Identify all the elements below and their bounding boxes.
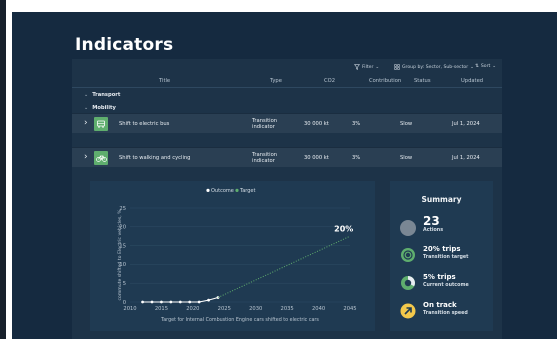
summary-value: 23 bbox=[423, 214, 440, 228]
data-point bbox=[188, 300, 192, 304]
row-type: Transition indicator bbox=[252, 152, 278, 164]
pie-progress-icon bbox=[401, 276, 415, 290]
summary-value: 20% trips bbox=[423, 245, 461, 253]
left-edge-bar bbox=[0, 0, 6, 339]
column-co2[interactable]: CO2 bbox=[324, 78, 335, 84]
group-transport[interactable]: ⌄ Transport bbox=[84, 92, 120, 98]
row-updated: Jul 1, 2024 bbox=[452, 121, 480, 127]
row-title: Shift to walking and cycling bbox=[119, 155, 191, 161]
target-ring-icon bbox=[401, 248, 415, 262]
chevron-right-icon[interactable]: › bbox=[84, 119, 88, 128]
chart-card: 0 5 10 15 20 25 2010 2015 2020 2025 2030 2035 2040 20… bbox=[90, 181, 375, 331]
row-co2: 30 000 kt bbox=[304, 121, 329, 127]
column-title[interactable]: Title bbox=[159, 78, 170, 84]
x-tick-label: 2025 bbox=[218, 306, 231, 312]
data-point bbox=[160, 300, 163, 304]
row-contribution: 3% bbox=[352, 155, 361, 161]
column-contribution[interactable]: Contribution bbox=[369, 78, 401, 84]
x-tick-label: 2015 bbox=[155, 306, 168, 312]
row-updated: Jul 1, 2024 bbox=[452, 155, 480, 161]
group-label: Transport bbox=[92, 92, 121, 98]
sort-button[interactable]: ⇅ Sort ⌄ bbox=[475, 64, 496, 69]
legend-label-outcome: Outcome bbox=[211, 188, 234, 194]
row-status: Slow bbox=[400, 155, 413, 161]
summary-value: On track bbox=[423, 301, 457, 309]
group-by-label: Group by: Sector, Sub-sector bbox=[402, 64, 469, 70]
summary-actions: 23 Actions bbox=[400, 214, 495, 240]
row-title: Shift to electric bus bbox=[119, 121, 170, 127]
row-co2: 30 000 kt bbox=[304, 155, 329, 161]
legend-label-target: Target bbox=[239, 188, 256, 194]
chevron-down-icon: ⌄ bbox=[375, 64, 380, 70]
x-tick-label: 2035 bbox=[281, 306, 294, 312]
row-contribution: 3% bbox=[352, 121, 361, 127]
chevron-down-icon: ⌄ bbox=[84, 105, 89, 111]
data-point bbox=[197, 300, 201, 304]
legend-swatch-outcome bbox=[206, 188, 210, 192]
chevron-right-icon[interactable]: › bbox=[84, 153, 88, 162]
bus-icon bbox=[94, 117, 108, 131]
data-point bbox=[141, 300, 144, 304]
x-tick-label: 2010 bbox=[123, 306, 136, 312]
x-tick-label: 2020 bbox=[186, 306, 199, 312]
group-by-button[interactable]: Group by: Sector, Sub-sector ⌄ bbox=[394, 64, 474, 70]
table-toolbar: Filter ⌄ Group by: Sector, Sub-sector ⌄ … bbox=[72, 59, 502, 74]
summary-label: Actions bbox=[423, 228, 444, 233]
data-point bbox=[178, 300, 182, 304]
row-status: Slow bbox=[400, 121, 413, 127]
indicators-panel: Filter ⌄ Group by: Sector, Sub-sector ⌄ … bbox=[72, 59, 502, 339]
summary-label: Current outcome bbox=[423, 283, 469, 288]
column-updated[interactable]: Updated bbox=[461, 78, 483, 84]
chevron-down-icon: ⌄ bbox=[84, 92, 89, 98]
y-tick-label: 0 bbox=[123, 300, 126, 306]
group-label: Mobility bbox=[92, 105, 116, 111]
filter-icon bbox=[354, 64, 360, 70]
chevron-down-icon: ⌄ bbox=[492, 64, 497, 69]
line-chart: 05101520252010 2015 2020 2025 2030 2035 2040 20… bbox=[117, 188, 357, 323]
sort-label: Sort bbox=[480, 64, 491, 69]
chevron-down-icon: ⌄ bbox=[470, 64, 474, 70]
summary-outcome: 5% trips Current outcome bbox=[400, 273, 495, 295]
chart-annotation: 20% bbox=[334, 225, 353, 234]
x-tick-label: 2045 bbox=[343, 306, 356, 312]
summary-value: 5% trips bbox=[423, 273, 456, 281]
y-tick-label: 5 bbox=[123, 281, 126, 287]
sort-icon: ⇅ bbox=[475, 64, 479, 69]
summary-target: 20% trips Transition target bbox=[400, 245, 495, 267]
circle-icon bbox=[400, 220, 416, 236]
summary-label: Transition target bbox=[423, 255, 469, 260]
x-tick-label: 2030 bbox=[249, 306, 262, 312]
table-row[interactable]: › Shift to electric bus Transition indic… bbox=[72, 113, 502, 133]
data-point bbox=[207, 298, 210, 302]
group-icon bbox=[394, 64, 400, 70]
arrow-up-right-icon bbox=[400, 303, 416, 319]
page-title: Indicators bbox=[75, 35, 174, 55]
bicycle-icon bbox=[94, 151, 108, 165]
column-status[interactable]: Status bbox=[414, 78, 431, 84]
filter-button[interactable]: Filter ⌄ bbox=[354, 64, 379, 70]
summary-speed: On track Transition speed bbox=[400, 301, 495, 323]
y-axis-label: commute shifted to Electric vehicles, % bbox=[117, 209, 123, 301]
row-type: Transition indicator bbox=[252, 118, 278, 130]
data-point bbox=[169, 300, 173, 304]
app-window: Indicators Filter ⌄ Group by: Sector, Su… bbox=[12, 12, 557, 339]
summary-label: Transition speed bbox=[423, 311, 468, 316]
legend-swatch-target bbox=[235, 188, 239, 192]
table-row[interactable]: › Shift to walking and cycling Transitio… bbox=[72, 147, 502, 167]
data-point bbox=[150, 300, 154, 304]
summary-card: Summary 23 Actions 20% trips Transition … bbox=[390, 181, 493, 331]
summary-title: Summary bbox=[421, 195, 462, 204]
group-mobility[interactable]: ⌄ Mobility bbox=[84, 105, 116, 111]
x-tick-label: 2040 bbox=[312, 306, 325, 312]
table-header: Title Type CO2 Contribution Status Updat… bbox=[72, 74, 502, 88]
filter-label: Filter bbox=[362, 64, 374, 70]
x-axis-label: Target for Internal Combustion Engine ca… bbox=[160, 317, 319, 323]
column-type[interactable]: Type bbox=[270, 78, 282, 84]
